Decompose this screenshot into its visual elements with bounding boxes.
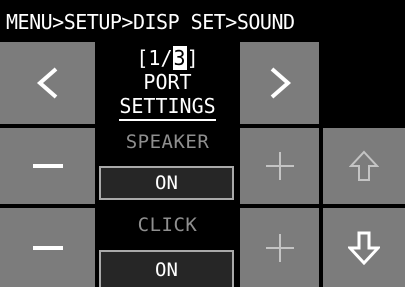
page-title-line2: SETTINGS <box>119 93 216 118</box>
speaker-value[interactable]: ON <box>99 166 234 200</box>
plus-icon <box>265 233 294 262</box>
page-indicator-open: [1/ <box>136 45 173 70</box>
page-title: PORT SETTINGS <box>119 69 216 121</box>
page-header: [1/3] PORT SETTINGS <box>99 42 236 124</box>
minus-icon <box>32 164 63 168</box>
arrow-down-outline-icon <box>348 231 380 265</box>
page-indicator-current: 3 <box>172 45 187 70</box>
page-indicator: [1/3] <box>136 45 199 70</box>
speaker-increase-button[interactable] <box>240 128 319 204</box>
next-page-button[interactable] <box>240 42 319 124</box>
click-label: CLICK <box>137 214 198 236</box>
speaker-label: SPEAKER <box>125 131 210 153</box>
scroll-down-button[interactable] <box>323 208 405 287</box>
prev-page-button[interactable] <box>0 42 95 124</box>
minus-icon <box>32 245 63 250</box>
plus-icon <box>265 152 294 180</box>
scroll-up-button[interactable] <box>323 128 405 204</box>
click-increase-button[interactable] <box>240 208 319 287</box>
chevron-right-icon <box>270 67 291 99</box>
screen: MENU>SETUP>DISP SET>SOUND [1/3] PORT SET… <box>0 0 405 287</box>
speaker-decrease-button[interactable] <box>0 128 95 204</box>
arrow-up-outline-icon <box>349 150 379 181</box>
click-decrease-button[interactable] <box>0 208 95 287</box>
chevron-left-icon <box>36 67 57 99</box>
page-indicator-close: ] <box>186 45 199 70</box>
breadcrumb: MENU>SETUP>DISP SET>SOUND <box>6 10 295 34</box>
click-value[interactable]: ON <box>99 250 234 287</box>
page-title-line1: PORT <box>143 69 192 94</box>
